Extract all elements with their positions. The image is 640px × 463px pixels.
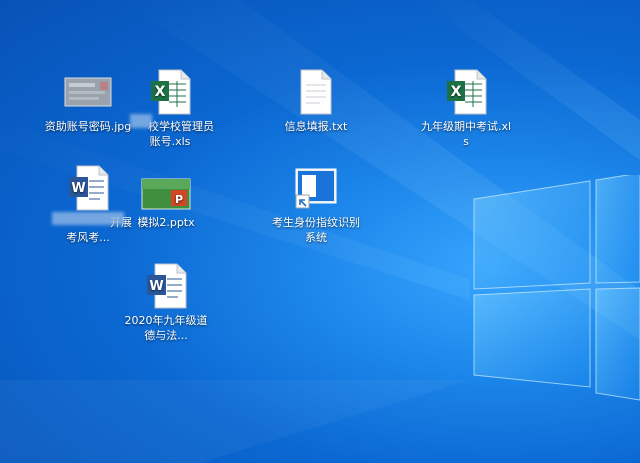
excel-file-icon: X: [420, 68, 512, 116]
icon-label: 信息填报.txt: [284, 120, 348, 133]
app-shortcut-icon: [270, 164, 362, 212]
desktop-icon-grade9-midterm-xls[interactable]: X 九年级期中考试.xls: [420, 68, 512, 149]
desktop-icon-school-admin-xls[interactable]: X 校学校管理员账号.xls: [124, 68, 216, 149]
svg-text:W: W: [71, 181, 85, 196]
redaction-blur: [52, 212, 124, 225]
icon-label: 2020年九年级道德与法...: [124, 314, 208, 342]
icon-label: 模拟2.pptx: [137, 216, 195, 229]
icon-label: 考生身份指纹识别系统: [272, 216, 360, 244]
redaction-blur: [130, 114, 152, 128]
desktop-icon-fingerprint-system[interactable]: 考生身份指纹识别系统: [270, 164, 362, 245]
desktop-icon-moni2-pptx[interactable]: P 模拟2.pptx: [120, 176, 212, 230]
icon-label: 九年级期中考试.xls: [420, 120, 512, 148]
powerpoint-file-icon: P: [120, 176, 212, 212]
svg-text:W: W: [149, 279, 163, 294]
svg-text:X: X: [155, 84, 166, 100]
svg-text:P: P: [175, 193, 183, 206]
excel-file-icon: X: [124, 68, 216, 116]
desktop-icon-2020-grade9-doc[interactable]: W 2020年九年级道德与法...: [120, 262, 212, 343]
text-file-icon: [270, 68, 362, 116]
desktop-icon-xinxi-txt[interactable]: 信息填报.txt: [270, 68, 362, 134]
word-file-icon: W: [120, 262, 212, 310]
windows-logo-wallpaper: [473, 175, 640, 401]
desktop-icon-zizhu-jpg[interactable]: 资助账号密码.jpg: [42, 68, 134, 134]
image-file-icon: [42, 68, 134, 116]
svg-text:X: X: [451, 84, 462, 100]
icon-label: 资助账号密码.jpg: [44, 120, 132, 133]
